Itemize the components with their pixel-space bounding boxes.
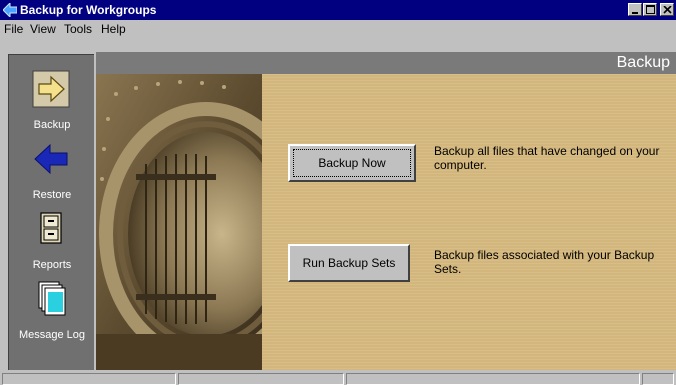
- vault-photo: [96, 74, 262, 370]
- close-icon: [663, 6, 672, 14]
- file-cabinet-icon: [40, 212, 62, 244]
- sidebar: Backup Restore Reports Message Log: [8, 54, 94, 370]
- vault-image: [96, 74, 262, 370]
- window-title: Backup for Workgroups: [20, 3, 157, 17]
- right-arrow-icon: [32, 70, 70, 108]
- menu-file[interactable]: File: [4, 22, 23, 36]
- sidebar-item-label: Backup: [33, 119, 71, 131]
- status-pane-4: [642, 373, 674, 385]
- menu-bar: File View Tools Help: [0, 20, 676, 38]
- run-backup-sets-description: Backup files associated with your Backup…: [434, 248, 655, 276]
- status-pane-3: [346, 373, 640, 385]
- left-arrow-icon: [34, 143, 68, 175]
- sidebar-item-restore[interactable]: Restore: [9, 139, 95, 209]
- sidebar-item-label: Restore: [32, 189, 72, 201]
- minimize-button[interactable]: [628, 3, 642, 16]
- app-arrow-icon: [3, 3, 17, 17]
- run-backup-sets-button[interactable]: Run Backup Sets: [288, 244, 410, 282]
- app-window: Backup for Workgroups File View Tools He…: [0, 0, 676, 385]
- status-pane-2: [178, 373, 344, 385]
- menu-tools[interactable]: Tools: [64, 22, 92, 36]
- sidebar-item-reports[interactable]: Reports: [9, 209, 95, 279]
- documents-icon: [38, 281, 66, 316]
- backup-now-button[interactable]: Backup Now: [288, 144, 416, 182]
- section-header: Backup: [96, 52, 676, 74]
- maximize-button[interactable]: [643, 3, 657, 16]
- sidebar-item-backup[interactable]: Backup: [9, 69, 95, 139]
- actions-panel: Backup Now Backup all files that have ch…: [262, 74, 676, 370]
- sidebar-item-label: Message Log: [18, 329, 86, 341]
- close-button[interactable]: [660, 3, 674, 16]
- menu-help[interactable]: Help: [101, 22, 126, 36]
- status-pane-1: [2, 373, 176, 385]
- title-bar[interactable]: Backup for Workgroups: [0, 0, 676, 20]
- section-title: Backup: [616, 54, 670, 71]
- sidebar-item-message-log[interactable]: Message Log: [9, 279, 95, 349]
- sidebar-item-label: Reports: [32, 259, 72, 271]
- menu-view[interactable]: View: [30, 22, 56, 36]
- backup-now-description: Backup all files that have changed on yo…: [434, 144, 660, 172]
- status-bar: [0, 372, 676, 385]
